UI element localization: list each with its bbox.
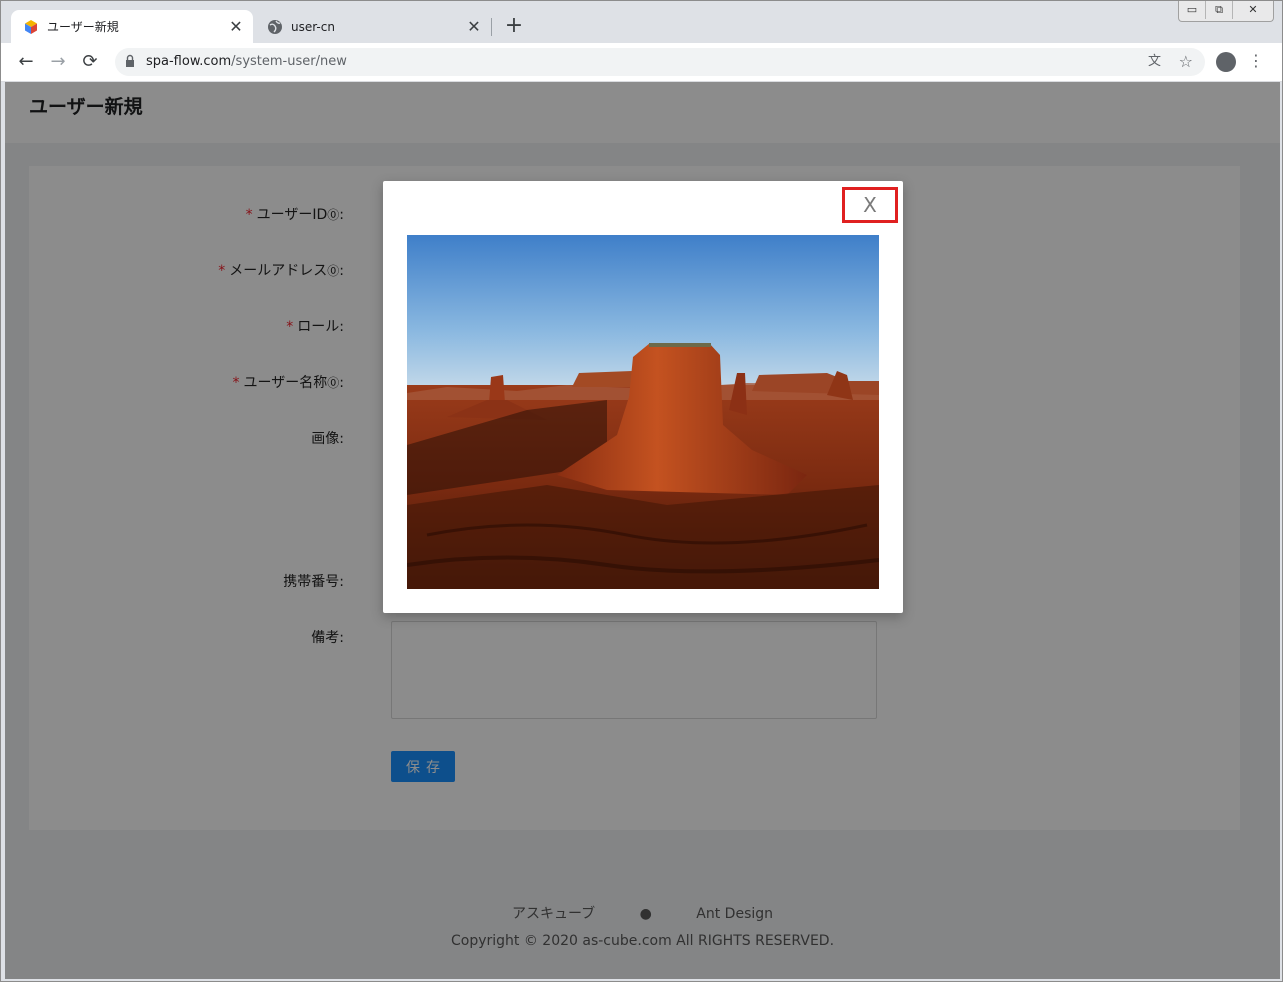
page-content: ユーザー新規 * ユーザーID⓪: * メールアドレス⓪: * ロール: * ユーザー名…: [5, 82, 1280, 979]
tab-bar: ユーザー新規 ✕ user-cn ✕ + ▭ ⧉ ✕: [1, 1, 1282, 43]
tab-close-icon[interactable]: ✕: [465, 17, 483, 36]
profile-avatar-icon[interactable]: [1216, 52, 1236, 72]
preview-image: [407, 235, 879, 589]
modal-close-button[interactable]: X: [842, 187, 898, 223]
tab-title: user-cn: [291, 19, 335, 34]
tab-separator: [491, 18, 492, 36]
minimize-button[interactable]: ▭: [1179, 1, 1206, 19]
url-text: spa-flow.com/system-user/new: [146, 48, 347, 76]
tab-close-icon[interactable]: ✕: [227, 17, 245, 36]
forward-button[interactable]: →: [47, 51, 69, 73]
browser-toolbar: ← → ⟳ spa-flow.com/system-user/new 文 ☆ ⋮: [1, 43, 1282, 82]
back-button[interactable]: ←: [15, 51, 37, 73]
tab-title: ユーザー新規: [47, 20, 119, 34]
globe-icon: [268, 19, 282, 34]
cube-icon: [25, 19, 37, 34]
translate-icon[interactable]: 文: [1148, 48, 1161, 76]
new-tab-button[interactable]: +: [502, 15, 526, 39]
window-close-button[interactable]: ✕: [1233, 1, 1273, 19]
browser-window: ユーザー新規 ✕ user-cn ✕ + ▭ ⧉ ✕ ← → ⟳ spa-flo…: [0, 0, 1283, 982]
window-controls: ▭ ⧉ ✕: [1178, 1, 1274, 22]
url-path: /system-user/new: [231, 54, 347, 69]
tab-user-new[interactable]: ユーザー新規 ✕: [11, 10, 253, 43]
reload-button[interactable]: ⟳: [79, 51, 101, 73]
tab-user-cn[interactable]: user-cn ✕: [255, 10, 491, 43]
bookmark-star-icon[interactable]: ☆: [1179, 48, 1193, 76]
address-bar[interactable]: spa-flow.com/system-user/new 文 ☆: [115, 48, 1205, 76]
image-preview-modal: X: [383, 181, 903, 613]
browser-menu-icon[interactable]: ⋮: [1248, 51, 1264, 70]
restore-button[interactable]: ⧉: [1206, 1, 1233, 19]
url-host: spa-flow.com: [146, 54, 232, 69]
desert-landscape-image: [407, 235, 879, 589]
